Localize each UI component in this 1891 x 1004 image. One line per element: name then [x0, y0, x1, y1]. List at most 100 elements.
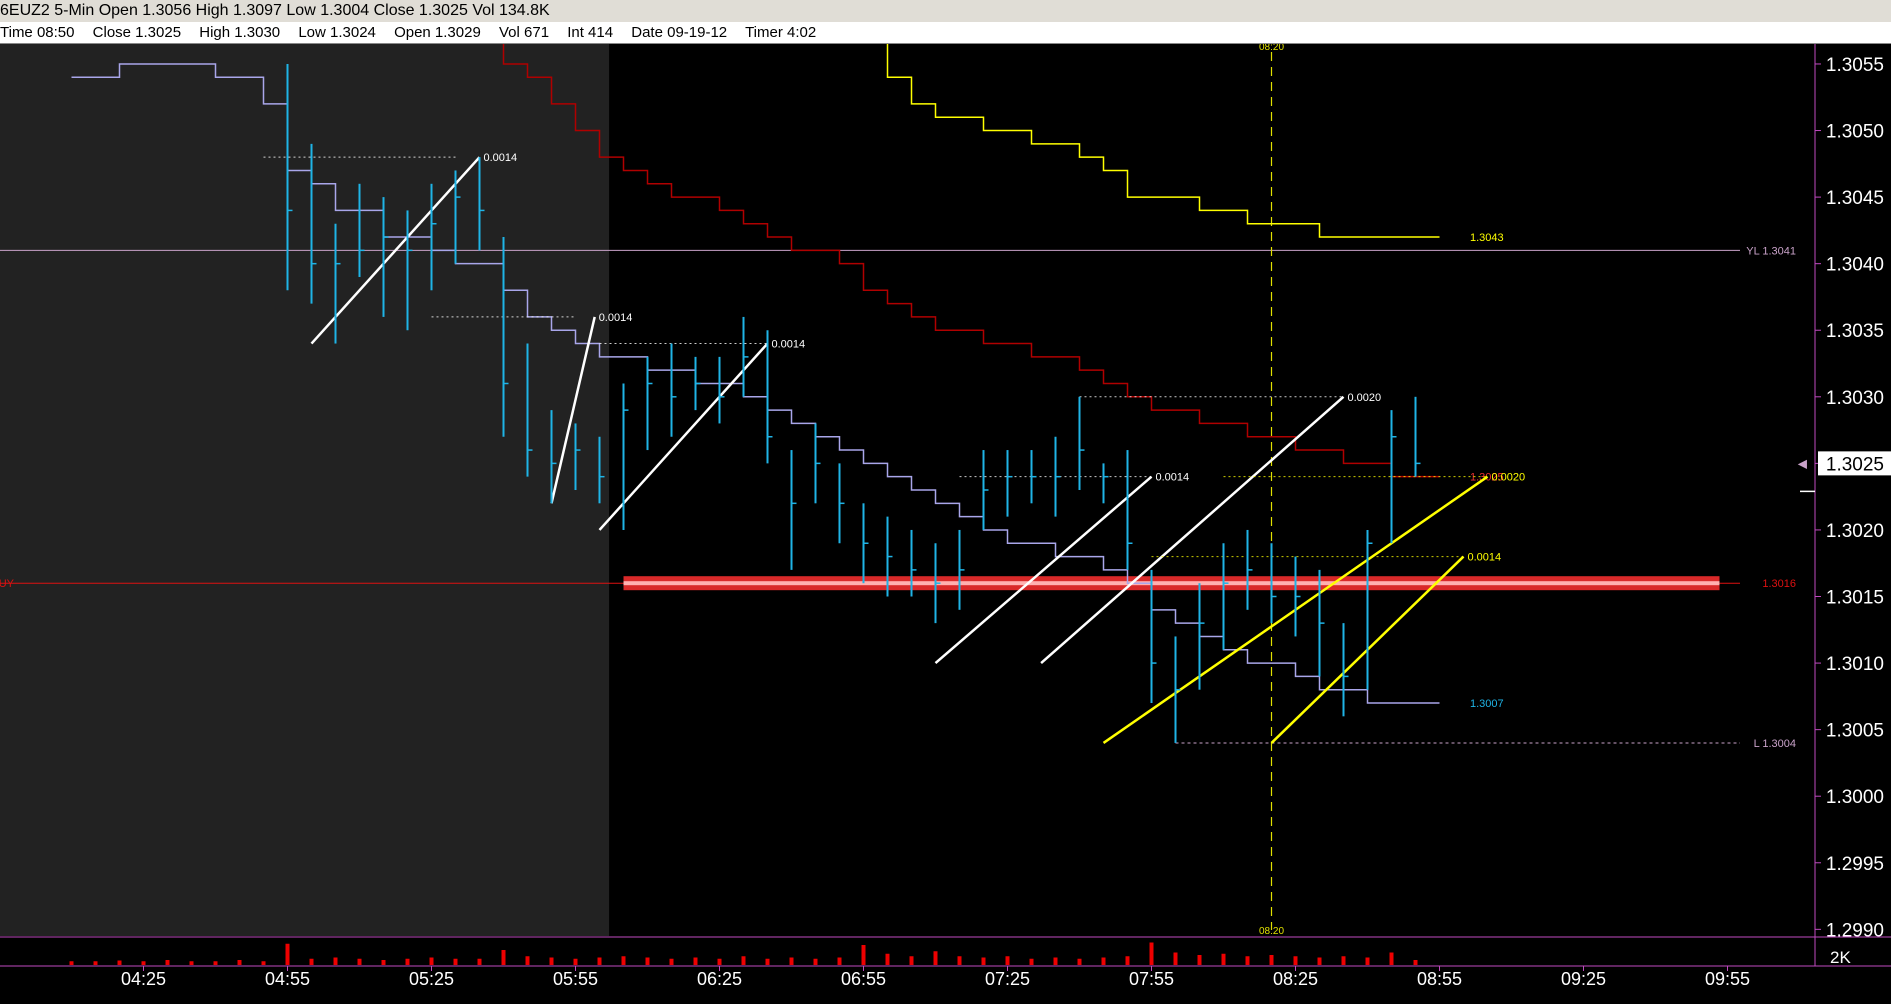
volume-bar [93, 961, 98, 965]
time-tick-label: 05:55 [553, 969, 598, 989]
time-tick-label: 04:55 [265, 969, 310, 989]
price-tick-label: 1.3050 [1826, 122, 1884, 143]
price-tick-label: 1.3030 [1826, 388, 1884, 409]
volume-bar [1149, 942, 1154, 965]
volume-bar [1077, 958, 1082, 965]
volume-bar [573, 958, 578, 965]
volume-bar [357, 958, 362, 965]
buy-level-label: 1.3016 [1762, 578, 1796, 590]
volume-bar [909, 956, 914, 965]
volume-bar [285, 943, 290, 965]
volume-bar [477, 958, 482, 965]
volume-bar [141, 961, 146, 965]
price-tick-label: 1.3020 [1826, 521, 1884, 542]
info-low: Low 1.3024 [298, 24, 376, 41]
time-tick-label: 09:55 [1705, 969, 1750, 989]
price-tick-label: 1.2990 [1826, 920, 1884, 941]
volume-bar [189, 961, 194, 965]
volume-bar [765, 958, 770, 965]
volume-bar [213, 961, 218, 965]
volume-bar [1317, 957, 1322, 965]
volume-bar [813, 958, 818, 965]
volume-bar [1101, 957, 1106, 965]
volume-bar [1125, 956, 1130, 965]
time-tick-label: 08:25 [1273, 969, 1318, 989]
volume-bar [1197, 955, 1202, 965]
bar-info-strip: Time 08:50 Close 1.3025 High 1.3030 Low … [0, 22, 1891, 44]
volume-bar [693, 957, 698, 965]
buy-band-core [623, 581, 1720, 586]
volume-bar [837, 957, 842, 965]
yellow-step-line-value-label: 1.3043 [1470, 232, 1504, 244]
time-tick-label: 06:55 [841, 969, 886, 989]
volume-bar [1245, 956, 1250, 965]
volume-bar [549, 957, 554, 965]
measure-label-3: 0.0014 [772, 339, 806, 351]
current-price-arrow: ◀ [1798, 456, 1808, 470]
volume-bar [861, 945, 866, 965]
info-volume: Vol 671 [498, 24, 550, 41]
time-tick-label: 05:25 [409, 969, 454, 989]
time-marker-label-top: 08:20 [1259, 44, 1284, 53]
volume-bar [957, 956, 962, 965]
volume-bar [645, 957, 650, 965]
price-tick-label: 1.3035 [1826, 321, 1884, 342]
volume-bar [405, 958, 410, 965]
info-high: High 1.3030 [199, 24, 281, 41]
volume-bar [453, 958, 458, 965]
volume-bar [165, 960, 170, 965]
volume-bar [981, 957, 986, 965]
price-tick-label: 1.3000 [1826, 787, 1884, 808]
volume-bar [381, 960, 386, 965]
measure-label-6: 0.0020 [1492, 472, 1526, 484]
buy-level-left-label: BUY [0, 578, 15, 590]
price-tick-label: 1.3055 [1826, 55, 1884, 76]
title-text: 6EUZ2 5-Min Open 1.3056 High 1.3097 Low … [0, 2, 550, 19]
premarket-shade [0, 44, 610, 936]
volume-bar [1413, 960, 1418, 965]
volume-bar [621, 956, 626, 965]
volume-bar [1173, 952, 1178, 965]
price-tick-label: 1.3045 [1826, 188, 1884, 209]
info-interest: Int 414 [567, 24, 614, 41]
volume-bar [885, 953, 890, 965]
info-close: Close 1.3025 [92, 24, 182, 41]
price-tick-label: 1.3015 [1826, 588, 1884, 609]
volume-bar [1293, 956, 1298, 965]
volume-bar [1005, 956, 1010, 965]
time-tick-label: 07:25 [985, 969, 1030, 989]
info-date: Date 09-19-12 [631, 24, 728, 41]
time-tick-label: 08:55 [1417, 969, 1462, 989]
volume-bar [597, 957, 602, 965]
volume-bar [741, 956, 746, 965]
time-tick-label: 04:25 [121, 969, 166, 989]
time-marker-label-bottom: 08:20 [1259, 926, 1284, 937]
volume-bar [669, 958, 674, 965]
volume-bar [333, 957, 338, 965]
volume-bar [1029, 958, 1034, 965]
measure-label-7: 0.0014 [1468, 552, 1502, 564]
measure-label-5: 0.0020 [1348, 392, 1382, 404]
price-tick-label: 1.2995 [1826, 854, 1884, 875]
time-tick-label: 06:25 [697, 969, 742, 989]
price-tick-label: 1.3005 [1826, 721, 1884, 742]
volume-bar [1053, 957, 1058, 965]
volume-bar [429, 957, 434, 965]
info-time: Time 08:50 [0, 24, 75, 41]
price-chart[interactable]: YL 1.3041 1.3016 BUY L 1.3004 08:20 08:20 1.30… [0, 44, 1891, 1004]
volume-bar [933, 951, 938, 965]
volume-bar [1389, 952, 1394, 965]
current-price-label: 1.3025 [1826, 454, 1884, 475]
price-tick-label: 1.3040 [1826, 255, 1884, 276]
volume-bar [309, 958, 314, 965]
info-timer: Timer 4:02 [745, 24, 817, 41]
volume-bar [501, 950, 506, 965]
title-bar: 6EUZ2 5-Min Open 1.3056 High 1.3097 Low … [0, 0, 1891, 22]
volume-bar [789, 957, 794, 965]
measure-label-1: 0.0014 [484, 152, 518, 164]
volume-axis-label: 2K [1830, 948, 1851, 967]
volume-bar [237, 960, 242, 965]
measure-label-4: 0.0014 [1156, 472, 1190, 484]
volume-bar [1269, 955, 1274, 965]
info-open: Open 1.3029 [394, 24, 481, 41]
